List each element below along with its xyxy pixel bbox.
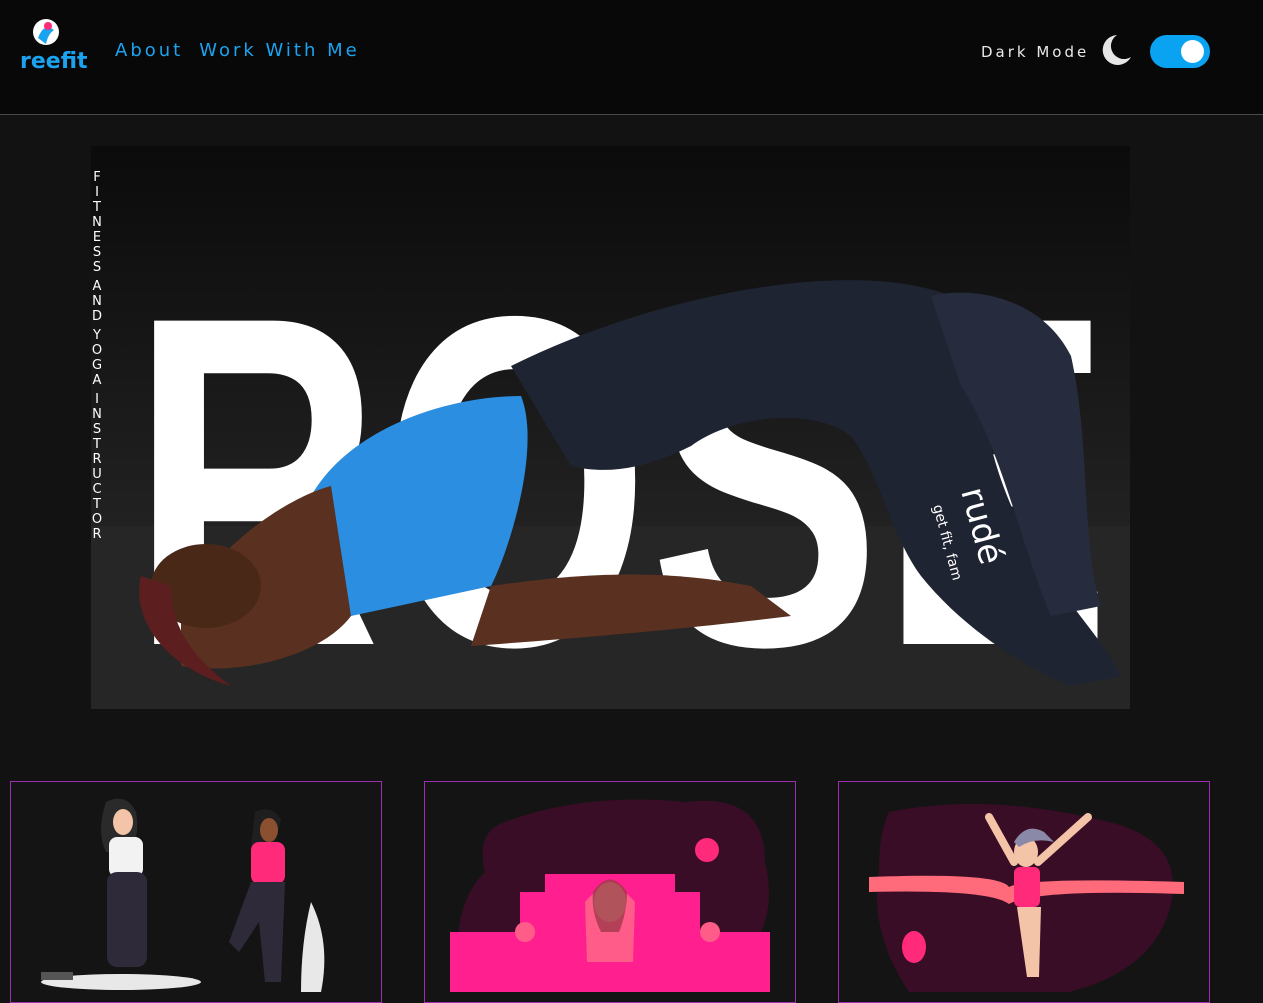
tagline-letter: N <box>92 407 102 422</box>
tagline-letter: S <box>92 422 102 437</box>
nav-link-about[interactable]: About <box>115 40 183 61</box>
tagline-letter: E <box>92 230 102 245</box>
two-women-workout-illustration <box>41 798 325 992</box>
tagline-letter: F <box>93 170 101 185</box>
tagline-letter: O <box>91 512 103 527</box>
tagline-letter: T <box>93 437 101 452</box>
tagline-letter: R <box>92 452 102 467</box>
service-card-running[interactable] <box>838 781 1210 1003</box>
tagline-letter: N <box>92 294 102 309</box>
finish-line-runner-illustration <box>869 804 1184 992</box>
tagline-letter: O <box>91 343 103 358</box>
hero-tagline: FITNESSANDYOGAINSTRUCTOR <box>91 170 103 542</box>
tagline-letter: A <box>92 279 102 294</box>
tagline-letter: T <box>93 497 101 512</box>
tagline-letter: Y <box>93 328 101 343</box>
dark-mode-label: Dark Mode <box>981 43 1090 61</box>
main-nav: About Work With Me <box>115 40 360 61</box>
moon-icon <box>1102 35 1131 65</box>
tagline-letter: I <box>95 392 99 407</box>
tagline-letter: S <box>92 245 102 260</box>
hero-banner: ROSE rudé get fit, fam FITNESSANDYOGAINS… <box>91 146 1130 709</box>
tagline-letter: R <box>92 527 102 542</box>
toggle-knob <box>1181 40 1204 63</box>
logo-wordmark: reefit <box>20 49 88 74</box>
service-card-workout[interactable] <box>10 781 382 1003</box>
tagline-letter: A <box>92 373 102 388</box>
tagline-letter: N <box>92 215 102 230</box>
meditation-yoga-illustration <box>450 799 770 992</box>
tagline-letter: S <box>92 260 102 275</box>
tagline-letter: U <box>92 467 102 482</box>
tagline-letter: C <box>92 482 102 497</box>
reefit-logo[interactable]: reefit <box>18 16 90 76</box>
hero-image: ROSE rudé get fit, fam <box>91 219 1130 709</box>
tagline-letter: D <box>91 309 102 324</box>
tagline-letter: T <box>93 200 101 215</box>
tagline-letter: I <box>95 185 99 200</box>
service-card-meditation[interactable] <box>424 781 796 1003</box>
dark-mode-toggle[interactable] <box>1150 35 1210 68</box>
nav-link-work-with-me[interactable]: Work With Me <box>199 40 360 61</box>
site-header: reefit About Work With Me Dark Mode <box>0 0 1263 115</box>
tagline-letter: G <box>91 358 103 373</box>
